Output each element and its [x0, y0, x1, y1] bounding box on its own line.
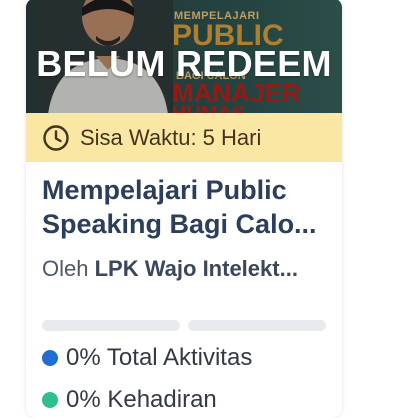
clock-icon	[43, 124, 69, 151]
course-title[interactable]: Mempelajari Public Speaking Bagi Calo...	[42, 173, 332, 241]
course-title-line-1: Mempelajari Public	[42, 175, 287, 205]
author-prefix: Oleh	[42, 256, 89, 281]
attendance-legend-label: 0% Kehadiran	[66, 386, 217, 413]
activity-legend-dot	[42, 350, 58, 366]
attendance-legend: 0% Kehadiran	[42, 386, 342, 414]
course-author: Oleh LPK Wajo Intelekt...	[42, 256, 334, 282]
page-background	[0, 0, 26, 406]
redeem-status-label: BELUM REDEEM	[36, 43, 332, 84]
course-banner-image: MEMPELAJARI PUBLIC BAGI CALON MANAJER HU…	[26, 0, 342, 114]
course-title-line-2: Speaking Bagi Calo...	[42, 209, 317, 239]
attendance-progress-bar	[188, 320, 326, 331]
remaining-time-text: Sisa Waktu: 5 Hari	[80, 124, 262, 150]
remaining-time-bar: Sisa Waktu: 5 Hari	[26, 113, 342, 162]
progress-bars	[42, 320, 326, 331]
activity-progress-bar	[42, 320, 180, 331]
activity-legend-label: 0% Total Aktivitas	[66, 344, 253, 371]
course-card[interactable]: MEMPELAJARI PUBLIC BAGI CALON MANAJER HU…	[26, 0, 342, 418]
activity-legend: 0% Total Aktivitas	[42, 344, 342, 372]
author-organization: LPK Wajo Intelekt...	[94, 256, 298, 281]
